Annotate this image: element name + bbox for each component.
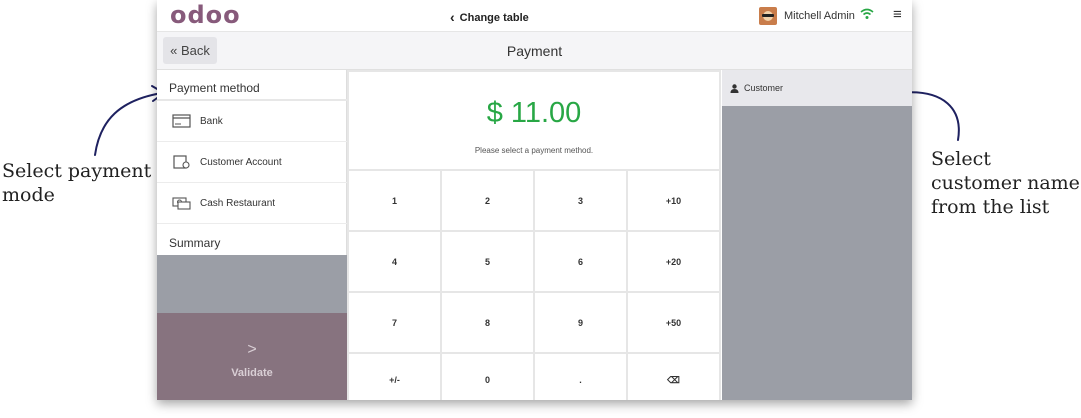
numpad-key-8[interactable]: 8 xyxy=(442,293,533,352)
summary-area xyxy=(157,255,347,313)
payment-method-panel: Payment method Bank Customer Account Cas… xyxy=(157,70,347,400)
payment-method-customer-account[interactable]: Customer Account xyxy=(157,142,347,183)
numpad-key-plus20[interactable]: +20 xyxy=(628,232,719,291)
numpad-key-plus10[interactable]: +10 xyxy=(628,171,719,230)
amount-hint: Please select a payment method. xyxy=(474,146,594,155)
numpad-key-9[interactable]: 9 xyxy=(535,293,626,352)
annotation-select-payment-mode: Select payment mode xyxy=(2,160,152,206)
summary-title: Summary xyxy=(169,236,221,250)
annotation-select-customer: Select customer name from the list xyxy=(931,148,1080,218)
chevron-left-icon: ‹ xyxy=(450,9,455,25)
payment-method-label: Cash Restaurant xyxy=(200,197,276,209)
numpad-key-sign[interactable]: +/- xyxy=(349,354,440,400)
sub-header: « Back Payment xyxy=(157,32,912,70)
numpad-key-6[interactable]: 6 xyxy=(535,232,626,291)
user-name: Mitchell Admin xyxy=(784,10,855,22)
avatar xyxy=(759,7,777,25)
backspace-icon[interactable]: ⌫ xyxy=(628,354,719,400)
payment-method-bank[interactable]: Bank xyxy=(157,101,347,142)
payment-center-panel: $ 11.00 Please select a payment method. … xyxy=(347,70,721,400)
cash-icon xyxy=(172,197,191,210)
validate-button[interactable]: > Validate xyxy=(157,313,347,400)
person-icon xyxy=(730,83,739,93)
numpad-key-7[interactable]: 7 xyxy=(349,293,440,352)
payment-method-label: Bank xyxy=(200,115,223,127)
customer-label: Customer xyxy=(744,83,784,93)
amount-display: $ 11.00 Please select a payment method. xyxy=(349,72,719,169)
numpad-key-decimal[interactable]: . xyxy=(535,354,626,400)
numpad-key-5[interactable]: 5 xyxy=(442,232,533,291)
odoo-logo: odoo xyxy=(170,1,241,29)
page-title: Payment xyxy=(506,43,563,59)
numpad-key-2[interactable]: 2 xyxy=(442,171,533,230)
payment-method-cash-restaurant[interactable]: Cash Restaurant xyxy=(157,183,347,224)
customer-account-icon xyxy=(173,155,190,169)
numpad: 1 2 3 +10 4 5 6 +20 7 8 9 +50 +/- 0 . ⌫ xyxy=(349,171,719,400)
change-table-label: Change table xyxy=(459,12,529,24)
validate-label: Validate xyxy=(231,367,273,379)
amount-value: $ 11.00 xyxy=(486,97,582,129)
wifi-icon xyxy=(860,8,874,19)
change-table-button[interactable]: ‹ Change table xyxy=(450,8,529,25)
chevron-right-icon: > xyxy=(247,341,257,358)
hamburger-menu-icon[interactable]: ≡ xyxy=(893,6,902,23)
numpad-key-3[interactable]: 3 xyxy=(535,171,626,230)
numpad-key-0[interactable]: 0 xyxy=(442,354,533,400)
payment-method-label: Customer Account xyxy=(200,156,282,168)
payment-method-title: Payment method xyxy=(169,81,260,95)
top-bar: odoo ‹ Change table Mitchell Admin ≡ xyxy=(157,0,912,32)
arrow-left-icon xyxy=(94,92,163,156)
numpad-key-1[interactable]: 1 xyxy=(349,171,440,230)
customer-button[interactable]: Customer xyxy=(722,70,912,106)
bank-card-icon xyxy=(172,114,191,128)
user-menu[interactable]: Mitchell Admin xyxy=(759,7,855,25)
numpad-key-plus50[interactable]: +50 xyxy=(628,293,719,352)
customer-panel: Customer xyxy=(722,70,912,400)
pos-app-window: odoo ‹ Change table Mitchell Admin ≡ « Ba… xyxy=(157,0,912,400)
numpad-key-4[interactable]: 4 xyxy=(349,232,440,291)
